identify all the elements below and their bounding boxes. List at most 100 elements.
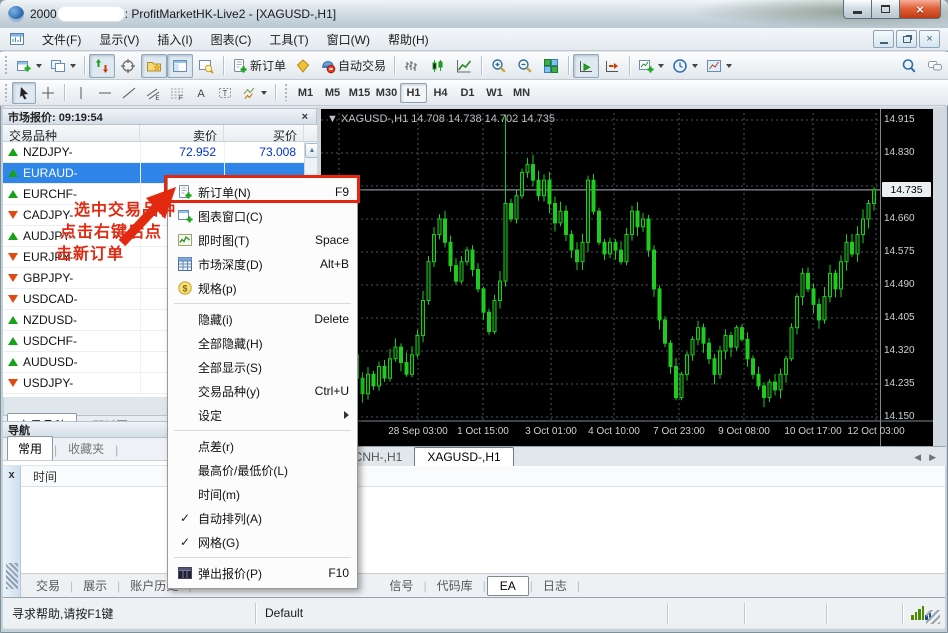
timeframe-button-M5[interactable]: M5 [319, 83, 346, 103]
new-chart-button[interactable] [12, 54, 46, 78]
context-menu-item-m[interactable]: 时间(m) [168, 482, 357, 506]
toolbar-grip-icon[interactable] [4, 56, 9, 75]
templates-button[interactable] [702, 54, 736, 78]
zoom-out-button[interactable] [512, 54, 538, 78]
zoom-in-button[interactable] [486, 54, 512, 78]
mdi-minimize-button[interactable] [873, 30, 894, 48]
menubar-item-F[interactable]: 文件(F) [33, 28, 90, 51]
navigator-tab-收藏夹[interactable]: 收藏夹 [58, 437, 114, 460]
timeframe-button-M30[interactable]: M30 [373, 83, 400, 103]
toolbar-grip-icon[interactable] [4, 84, 9, 102]
context-menu-item-L[interactable]: 最高价/最低价(L) [168, 458, 357, 482]
chart-plot-area[interactable]: ▼ XAGUSD-,H1 14.708 14.738 14.702 14.735… [321, 109, 933, 446]
context-menu-item-S[interactable]: 全部显示(S) [168, 355, 357, 379]
timeframe-button-H4[interactable]: H4 [427, 83, 454, 103]
terminal-button[interactable] [167, 54, 193, 78]
new-order-button[interactable]: 新订单 [228, 54, 290, 78]
scroll-right-icon[interactable]: ▶ [929, 452, 936, 463]
context-menu-item-i[interactable]: 隐藏(i)Delete [168, 307, 357, 331]
timeframe-button-D1[interactable]: D1 [454, 83, 481, 103]
mdi-close-button[interactable]: × [919, 30, 940, 48]
horizontal-line-button[interactable] [93, 82, 117, 104]
terminal-tab-[interactable]: 代码库 [428, 574, 482, 597]
timeframe-button-H1[interactable]: H1 [400, 83, 427, 103]
timeframe-button-M15[interactable]: M15 [346, 83, 373, 103]
mdi-restore-button[interactable] [896, 30, 917, 48]
terminal-tab-[interactable]: 信号 [380, 574, 422, 597]
text-button[interactable]: A [189, 82, 213, 104]
context-menu-item-A[interactable]: ✓自动排列(A) [168, 506, 357, 530]
chart-shift-button[interactable] [599, 54, 625, 78]
indicators-button[interactable] [634, 54, 668, 78]
terminal-tab-EA[interactable]: EA [487, 576, 529, 596]
navigator-button[interactable] [141, 54, 167, 78]
periods-button[interactable] [668, 54, 702, 78]
timeframe-button-MN[interactable]: MN [508, 83, 535, 103]
timeframe-button-M1[interactable]: M1 [292, 83, 319, 103]
menubar-item-W[interactable]: 窗口(W) [318, 28, 379, 51]
close-button[interactable]: × [899, 0, 941, 19]
menubar-item-T[interactable]: 工具(T) [260, 28, 317, 51]
context-menu-item-T[interactable]: 即时图(T)Space [168, 228, 357, 252]
toolbar-grip-icon[interactable] [284, 84, 289, 102]
timeframe-button-W1[interactable]: W1 [481, 83, 508, 103]
search-button[interactable] [896, 54, 922, 78]
channel-button[interactable]: E [141, 82, 165, 104]
terminal-grip-icon[interactable] [6, 563, 18, 589]
chart-tab-XAGUSDH1[interactable]: XAGUSD-,H1 [414, 447, 513, 466]
context-menu-item-D[interactable]: 市场深度(D)Alt+B [168, 252, 357, 276]
minimize-button[interactable] [843, 0, 871, 19]
market-watch-row[interactable]: NZDJPY-72.95273.008 [3, 142, 304, 163]
strategy-tester-button[interactable] [193, 54, 219, 78]
dropdown-caret-icon[interactable] [70, 64, 76, 68]
navigator-tab-常用[interactable]: 常用 [7, 436, 53, 460]
context-menu-item-P[interactable]: 弹出报价(P)F10 [168, 561, 357, 585]
menubar-item-I[interactable]: 插入(I) [148, 28, 201, 51]
cursor-button[interactable] [12, 82, 36, 104]
column-header-1[interactable]: 卖价 [140, 125, 224, 141]
crosshair-button[interactable] [36, 82, 60, 104]
dropdown-caret-icon[interactable] [658, 64, 664, 68]
menubar-item-H[interactable]: 帮助(H) [379, 28, 438, 51]
chat-button[interactable] [922, 54, 948, 78]
metaeditor-button[interactable] [290, 54, 316, 78]
data-window-button[interactable] [115, 54, 141, 78]
candlestick-chart-button[interactable] [425, 54, 451, 78]
fibonacci-button[interactable]: F [165, 82, 189, 104]
context-menu-item-G[interactable]: ✓网格(G) [168, 530, 357, 554]
market-watch-button[interactable] [89, 54, 115, 78]
column-header-0[interactable]: 交易品种 [3, 125, 140, 141]
line-chart-button[interactable] [451, 54, 477, 78]
auto-scroll-button[interactable] [573, 54, 599, 78]
context-menu-item-C[interactable]: 图表窗口(C) [168, 204, 357, 228]
vertical-line-button[interactable] [69, 82, 93, 104]
menubar-item-V[interactable]: 显示(V) [90, 28, 148, 51]
terminal-tab-[interactable]: 交易 [27, 574, 69, 597]
tile-windows-button[interactable] [538, 54, 564, 78]
context-menu-item-p[interactable]: $规格(p) [168, 276, 357, 300]
text-label-button[interactable]: T [213, 82, 237, 104]
resize-grip[interactable] [926, 610, 940, 624]
chart-system-menu-icon[interactable] [9, 31, 25, 47]
status-profile[interactable]: Default [256, 603, 668, 624]
dropdown-caret-icon[interactable] [726, 64, 732, 68]
context-menu-item-r[interactable]: 点差(r) [168, 434, 357, 458]
dropdown-caret-icon[interactable] [261, 91, 267, 95]
scroll-left-icon[interactable]: ◀ [914, 452, 921, 463]
menubar-item-C[interactable]: 图表(C) [202, 28, 261, 51]
terminal-close-icon[interactable]: x [8, 466, 14, 484]
maximize-button[interactable] [871, 0, 899, 19]
dropdown-caret-icon[interactable] [36, 64, 42, 68]
bar-chart-button[interactable] [399, 54, 425, 78]
context-menu-item-H[interactable]: 全部隐藏(H) [168, 331, 357, 355]
column-header-2[interactable]: 买价 [224, 125, 304, 141]
trendline-button[interactable] [117, 82, 141, 104]
context-menu-item-[interactable]: 设定 [168, 403, 357, 427]
arrows-button[interactable] [237, 82, 271, 104]
market-watch-close-icon[interactable]: × [299, 111, 311, 123]
dropdown-caret-icon[interactable] [692, 64, 698, 68]
terminal-tab-[interactable]: 展示 [74, 574, 116, 597]
profiles-button[interactable] [46, 54, 80, 78]
context-menu-item-N[interactable]: 新订单(N)F9 [168, 180, 357, 204]
context-menu-item-y[interactable]: 交易品种(y)Ctrl+U [168, 379, 357, 403]
